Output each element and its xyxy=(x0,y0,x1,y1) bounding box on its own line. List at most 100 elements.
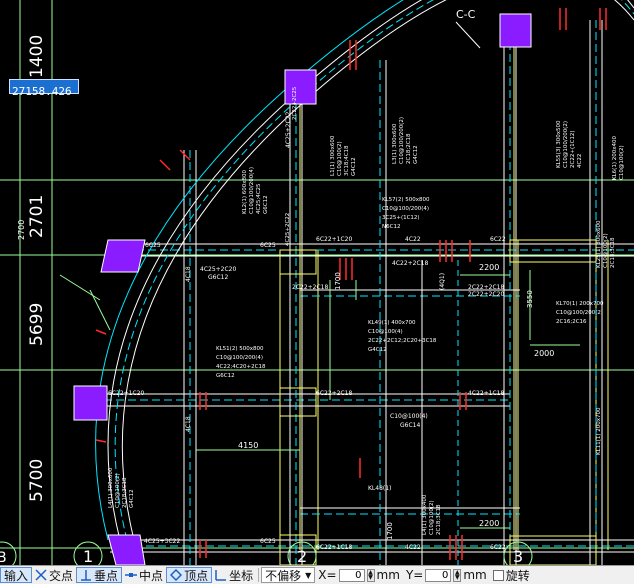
svg-text:KL57(2) 500x800: KL57(2) 500x800 xyxy=(382,197,430,203)
snap-vertex-toggle[interactable]: 顶点 xyxy=(166,567,213,583)
svg-text:C10@100/200(2): C10@100/200(2) xyxy=(399,117,405,164)
svg-text:2C22+2C25: 2C22+2C25 xyxy=(292,86,298,120)
rebar-label: 4C18 xyxy=(185,266,192,282)
rebar-label: 6C25 xyxy=(260,242,276,249)
rebar-label: 6C25 xyxy=(260,538,276,545)
svg-text:N6C12: N6C12 xyxy=(382,224,400,230)
status-bar: 输入 交点 垂点 中点 顶点 坐标 不偏移 ▼ X= ▲▼ xyxy=(0,565,634,584)
svg-text:4C22;4C20+2C18: 4C22;4C20+2C18 xyxy=(216,364,266,370)
svg-text:2C16;2C16: 2C16;2C16 xyxy=(556,319,587,325)
svg-text:KL55(3) 300x500: KL55(3) 300x500 xyxy=(556,120,562,168)
snap-coordinate-toggle[interactable]: 坐标 xyxy=(212,567,256,583)
svg-text:4C25+2C22: 4C25+2C22 xyxy=(285,213,291,246)
svg-text:2C18;3C18: 2C18;3C18 xyxy=(436,504,442,535)
svg-text:KL70(1) 200x700: KL70(1) 200x700 xyxy=(556,301,604,307)
snap-intersect-toggle[interactable]: 交点 xyxy=(32,567,76,583)
svg-text:2C22+2C12;2C20+3C18: 2C22+2C12;2C20+3C18 xyxy=(368,338,437,344)
column xyxy=(284,69,317,105)
dim-2700: 2700 xyxy=(17,220,26,240)
svg-text:C10@100(2): C10@100(2) xyxy=(115,473,121,508)
dim-5699: 5699 xyxy=(27,303,47,346)
svg-text:KL6(1) 200x400: KL6(1) 200x400 xyxy=(612,136,618,180)
rebar-label: 4C22 xyxy=(405,544,421,551)
svg-text:2C22+(1C12): 2C22+(1C12) xyxy=(570,130,576,168)
svg-text:3C18;4C18: 3C18;4C18 xyxy=(344,145,350,176)
input-button[interactable]: 输入 xyxy=(0,567,33,583)
perpendicular-icon xyxy=(80,569,92,581)
axis-label-3: 3 xyxy=(513,547,523,565)
rebar-label: 6C22 xyxy=(490,544,506,551)
dim-1700-bottom: 1700 xyxy=(386,522,394,540)
x-offset-spinner[interactable]: ▲ ▼ xyxy=(366,568,375,582)
svg-text:L4(1) 300x400: L4(1) 300x400 xyxy=(422,494,428,535)
rebar-label: C10@100(4) xyxy=(390,413,428,420)
svg-text:G4C12: G4C12 xyxy=(129,489,135,508)
input-label: 输入 xyxy=(4,568,29,583)
rotate-toggle[interactable]: 旋转 xyxy=(490,567,533,583)
svg-text:C10@100/200(4): C10@100/200(4) xyxy=(216,355,263,361)
svg-text:4C22: 4C22 xyxy=(577,154,583,168)
svg-text:KL25(1) 300x600: KL25(1) 300x600 xyxy=(596,220,602,268)
axis-label-1: 1 xyxy=(83,547,93,565)
dim-2701: 2701 xyxy=(27,195,47,238)
dim-1400: 1400 xyxy=(27,35,47,78)
svg-text:2C18;3C18: 2C18;3C18 xyxy=(610,237,616,268)
snap-perpendicular-toggle[interactable]: 垂点 xyxy=(76,567,123,583)
dim-3550: 3550 xyxy=(526,290,534,308)
svg-text:G6C12: G6C12 xyxy=(216,373,235,379)
snap-midpoint-toggle[interactable]: 中点 xyxy=(122,567,166,583)
svg-text:3C25+(1C12): 3C25+(1C12) xyxy=(382,215,420,221)
rebar-label: 4C25+2C22 xyxy=(285,112,292,148)
coordinate-icon xyxy=(215,569,227,581)
svg-text:G4C12: G4C12 xyxy=(413,145,419,164)
svg-text:G4C12: G4C12 xyxy=(351,157,357,176)
coordinate-input[interactable] xyxy=(10,85,78,98)
axis-label-2: 2 xyxy=(297,547,307,565)
dim-2200-bottom: 2200 xyxy=(479,519,499,528)
rebar-label: (4Q1) xyxy=(439,273,446,290)
rebar-label: 6C22+1C20 xyxy=(316,236,352,243)
svg-text:C10@100(2): C10@100(2) xyxy=(337,141,343,176)
dim-2200-top: 2200 xyxy=(479,263,499,272)
offset-dropdown[interactable]: 不偏移 ▼ xyxy=(261,567,316,583)
svg-text:L3(1) 300x600: L3(1) 300x600 xyxy=(392,123,398,164)
svg-text:C10@100(2): C10@100(2) xyxy=(429,500,435,535)
svg-text:C10@100/200(4): C10@100/200(4) xyxy=(382,206,429,212)
svg-text:G6C12: G6C12 xyxy=(263,195,269,214)
rebar-label: 4C25+2C20 xyxy=(200,266,236,273)
svg-text:4C25;4C25: 4C25;4C25 xyxy=(256,183,262,214)
svg-text:L1(1) 300x600: L1(1) 300x600 xyxy=(330,135,336,176)
intersect-icon xyxy=(35,569,47,581)
rebar-label: 2C22+2C18 xyxy=(468,284,504,291)
svg-text:L4(1) 300x600: L4(1) 300x600 xyxy=(108,467,114,508)
rebar-label: G6C14 xyxy=(400,422,420,429)
svg-text:C10@100(2): C10@100(2) xyxy=(603,233,609,268)
coordinate-input-box[interactable] xyxy=(9,79,79,98)
x-offset-input[interactable] xyxy=(338,568,365,582)
rebar-label: 4C25+3C22 xyxy=(144,538,180,545)
svg-text:KL49(1) 400x700: KL49(1) 400x700 xyxy=(368,320,416,326)
cad-drawing-canvas[interactable]: 1 2 3 B C-C 1400 2701 5699 5700 2700 415… xyxy=(0,0,634,565)
dim-4150: 4150 xyxy=(238,441,258,450)
dim-2000: 2000 xyxy=(534,349,554,358)
svg-text:KL2(1) 600x800: KL2(1) 600x800 xyxy=(242,170,248,214)
x-offset-group: X= ▲▼ mm xyxy=(315,567,403,583)
rebar-label: 2C22+2C20 xyxy=(468,291,504,298)
rebar-label: KL48(1) xyxy=(368,485,391,492)
rebar-label: G6C12 xyxy=(208,274,228,281)
rebar-label: 6C22+1C18 xyxy=(316,544,352,551)
svg-text:C10@100/200(2): C10@100/200(2) xyxy=(563,121,569,168)
rebar-label: 2C22+2C18 xyxy=(292,284,328,291)
rebar-label: 6C22+2C18 xyxy=(316,390,352,397)
separator xyxy=(258,568,260,582)
svg-text:G4C12: G4C12 xyxy=(368,347,387,353)
rebar-label: 6C22+1C20 xyxy=(108,390,144,397)
y-offset-input[interactable] xyxy=(425,568,452,582)
svg-text:C10@100(2): C10@100(2) xyxy=(619,145,625,180)
dim-5700: 5700 xyxy=(27,459,47,502)
rebar-label: 4C22 xyxy=(405,236,421,243)
rebar-label: 4C22+2C18 xyxy=(392,260,428,267)
y-offset-spinner[interactable]: ▲ ▼ xyxy=(453,568,462,582)
rotate-checkbox[interactable] xyxy=(492,569,504,581)
dim-1700-top: 1700 xyxy=(334,272,342,290)
